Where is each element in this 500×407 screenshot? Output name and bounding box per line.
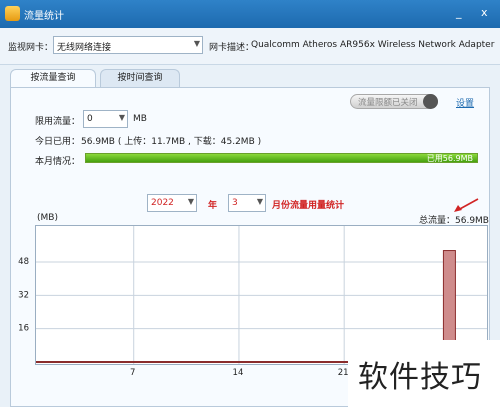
watermark-text: 软件技巧 <box>358 360 482 395</box>
today-usage: 56.9MB ( 上传：11.7MB , 下载：45.2MB ) <box>81 137 262 147</box>
limit-label: 限用流量： <box>35 117 81 127</box>
year-value: 2022 <box>151 198 174 208</box>
month-label: 本月情况： <box>35 157 81 167</box>
tab-by-time[interactable]: 按时间查询 <box>100 69 180 87</box>
desc-label: 网卡描述： <box>209 43 255 53</box>
adapter-value: 无线网络连接 <box>57 43 112 53</box>
year-select[interactable]: 2022 ▼ <box>147 194 197 212</box>
close-button[interactable]: x <box>481 7 488 19</box>
chevron-down-icon: ▼ <box>193 39 200 48</box>
chart-ylabel: (MB) <box>37 213 58 223</box>
adapter-toolbar: 监视网卡： 无线网络连接 ▼ 网卡描述： Qualcomm Atheros AR… <box>0 28 500 65</box>
title-bar: 流量统计 _ x <box>0 0 500 28</box>
limit-value: 0 <box>87 114 93 124</box>
monitor-label: 监视网卡： <box>8 43 54 53</box>
month-progress-text: 已用56.9MB <box>426 154 473 163</box>
chevron-down-icon: ▼ <box>256 197 263 206</box>
month-value: 3 <box>232 198 238 208</box>
tab-by-traffic[interactable]: 按流量查询 <box>10 69 96 88</box>
toggle-knob <box>423 94 438 109</box>
app-icon <box>5 6 20 21</box>
red-arrow-icon <box>454 198 479 212</box>
limit-toggle-label: 流量限额已关闭 <box>358 98 418 108</box>
month-select[interactable]: 3 ▼ <box>228 194 266 212</box>
minimize-button[interactable]: _ <box>456 7 462 19</box>
year-label: 年 <box>208 201 218 211</box>
adapter-select[interactable]: 无线网络连接 ▼ <box>53 36 203 54</box>
limit-toggle[interactable]: 流量限额已关闭 <box>350 94 438 109</box>
desc-value: Qualcomm Atheros AR956x Wireless Network… <box>251 40 495 50</box>
today-label: 今日已用： <box>35 137 81 147</box>
limit-select[interactable]: 0 ▼ <box>83 110 128 128</box>
month-progress-bar: 已用56.9MB <box>85 153 478 163</box>
chevron-down-icon: ▼ <box>118 113 125 122</box>
window-title: 流量统计 <box>24 11 64 22</box>
month-stat-label: 月份流量用量统计 <box>272 201 345 211</box>
watermark: 软件技巧 <box>348 340 500 407</box>
chevron-down-icon: ▼ <box>187 197 194 206</box>
limit-unit: MB <box>133 114 147 124</box>
settings-link[interactable]: 设置 <box>456 96 474 109</box>
